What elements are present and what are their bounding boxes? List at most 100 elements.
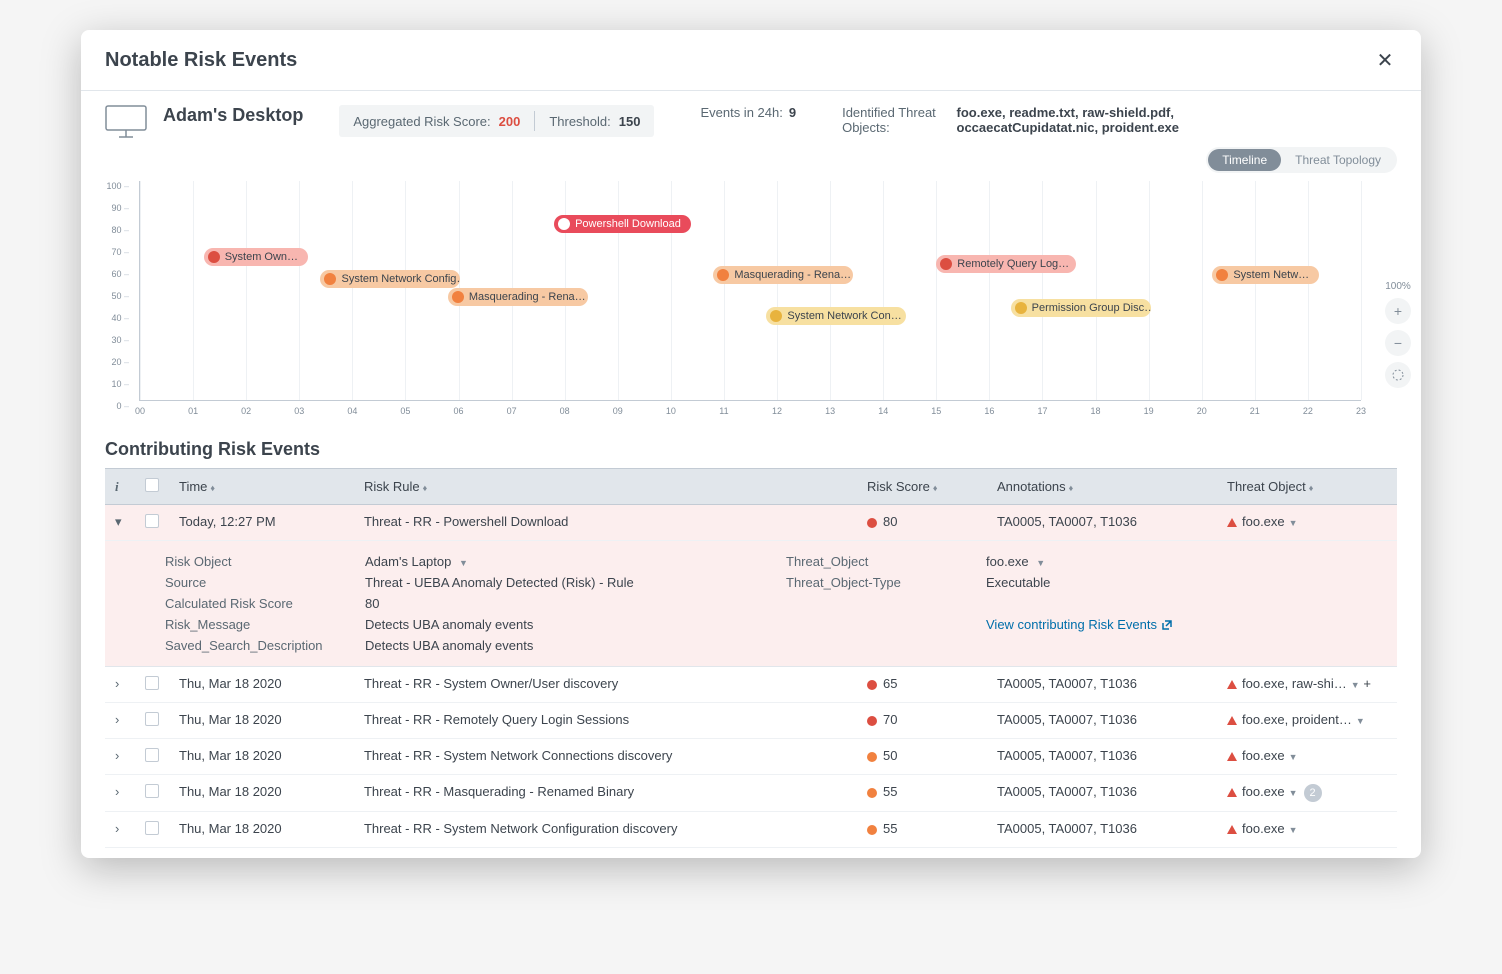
threat-triangle-icon — [1227, 518, 1237, 527]
cell-annot: TA0005, TA0007, T1036 — [987, 739, 1217, 775]
x-tick: 05 — [400, 406, 410, 416]
x-tick: 22 — [1303, 406, 1313, 416]
tab-timeline[interactable]: Timeline — [1208, 149, 1281, 171]
sort-icon: ♦ — [1309, 483, 1314, 493]
threat-dropdown[interactable]: ▼ — [1289, 752, 1298, 762]
col-rule[interactable]: Risk Rule♦ — [354, 469, 857, 505]
event-dot-icon — [558, 218, 570, 230]
timeline-event-pill[interactable]: System Network Con… — [766, 307, 906, 325]
risk-dot-icon — [867, 716, 877, 726]
close-button[interactable]: ✕ — [1373, 48, 1397, 72]
table-row: ›Thu, Mar 18 2020Threat - RR - Masquerad… — [105, 775, 1397, 812]
event-dot-icon — [770, 310, 782, 322]
cell-time: Today, 12:27 PM — [169, 505, 354, 541]
cell-time: Thu, Mar 18 2020 — [169, 667, 354, 703]
threat-dropdown[interactable]: ▼ — [1289, 788, 1298, 798]
timeline-event-pill[interactable]: System Netw… — [1212, 266, 1319, 284]
timeline-event-pill[interactable]: System Own… — [204, 248, 308, 266]
expand-toggle[interactable]: › — [115, 784, 119, 799]
x-tick: 12 — [772, 406, 782, 416]
expand-toggle[interactable]: › — [115, 821, 119, 836]
event-label: Remotely Query Log… — [957, 258, 1069, 270]
event-label: Powershell Download — [575, 218, 681, 230]
x-tick: 03 — [294, 406, 304, 416]
chart-plot: 0001020304050607080910111213141516171819… — [139, 181, 1361, 401]
row-checkbox[interactable] — [145, 676, 159, 690]
expand-toggle[interactable]: › — [115, 748, 119, 763]
detail-row: Risk ObjectAdam's Laptop ▼Threat_Objectf… — [105, 541, 1397, 667]
detail-key: Calculated Risk Score — [165, 596, 345, 611]
cell-threat: foo.exe▼ — [1217, 505, 1397, 541]
row-checkbox[interactable] — [145, 712, 159, 726]
threshold-label: Threshold: — [549, 114, 610, 129]
events-stat: Events in 24h: 9 — [700, 105, 796, 120]
timeline-event-pill[interactable]: Powershell Download — [554, 215, 691, 233]
timeline-event-pill[interactable]: Masquerading - Rena… — [713, 266, 853, 284]
timeline-event-pill[interactable]: Remotely Query Log… — [936, 255, 1076, 273]
timeline-event-pill[interactable]: Permission Group Disc… — [1011, 299, 1151, 317]
grid-line — [724, 181, 725, 400]
cell-rule: Threat - RR - System Owner/User discover… — [354, 667, 857, 703]
grid-line — [405, 181, 406, 400]
expand-toggle[interactable]: › — [115, 712, 119, 727]
cell-time: Thu, Mar 18 2020 — [169, 812, 354, 848]
zoom-out-button[interactable]: − — [1385, 330, 1411, 356]
grid-line — [140, 181, 141, 400]
event-label: Permission Group Disc… — [1032, 302, 1151, 314]
select-all-checkbox[interactable] — [145, 478, 159, 492]
grid-line — [193, 181, 194, 400]
sort-icon: ♦ — [423, 483, 428, 493]
col-time[interactable]: Time♦ — [169, 469, 354, 505]
cell-time: Thu, Mar 18 2020 — [169, 703, 354, 739]
detail-key: Risk_Message — [165, 617, 345, 632]
cell-threat: foo.exe, raw-shi…▼ + — [1217, 667, 1397, 703]
event-dot-icon — [208, 251, 220, 263]
col-score[interactable]: Risk Score♦ — [857, 469, 987, 505]
timeline-event-pill[interactable]: Masquerading - Rena… — [448, 288, 588, 306]
threat-object-dropdown[interactable]: foo.exe ▼ — [986, 554, 1387, 569]
agg-score-label: Aggregated Risk Score: — [353, 114, 490, 129]
expand-toggle[interactable]: ▾ — [115, 514, 122, 530]
threat-dropdown[interactable]: ▼ — [1289, 825, 1298, 835]
threat-dropdown[interactable]: ▼ — [1351, 680, 1360, 690]
row-checkbox[interactable] — [145, 821, 159, 835]
detail-value: Executable — [986, 575, 1387, 590]
more-indicator: + — [1363, 676, 1371, 691]
timeline-event-pill[interactable]: System Network Config… — [320, 270, 460, 288]
grid-line — [830, 181, 831, 400]
grid-line — [1361, 181, 1362, 400]
row-checkbox[interactable] — [145, 514, 159, 528]
events-value: 9 — [789, 105, 796, 120]
cell-score: 70 — [857, 703, 987, 739]
grid-line — [777, 181, 778, 400]
table-row: ›Thu, Mar 18 2020Threat - RR - Remotely … — [105, 703, 1397, 739]
zoom-controls: 100% + − — [1385, 281, 1411, 388]
event-label: Masquerading - Rena… — [734, 269, 851, 281]
cell-annot: TA0005, TA0007, T1036 — [987, 812, 1217, 848]
expand-toggle[interactable]: › — [115, 676, 119, 691]
row-checkbox[interactable] — [145, 748, 159, 762]
row-checkbox[interactable] — [145, 784, 159, 798]
detail-key: Threat_Object — [786, 554, 966, 569]
event-label: System Own… — [225, 251, 298, 263]
threat-dropdown[interactable]: ▼ — [1356, 716, 1365, 726]
risk-object-dropdown[interactable]: Adam's Laptop ▼ — [365, 554, 766, 569]
sort-icon: ♦ — [1069, 483, 1074, 493]
zoom-reset-button[interactable] — [1385, 362, 1411, 388]
cell-score: 55 — [857, 812, 987, 848]
cell-score: 55 — [857, 775, 987, 812]
tab-threat-topology[interactable]: Threat Topology — [1281, 149, 1395, 171]
col-threat[interactable]: Threat Object♦ — [1217, 469, 1397, 505]
divider — [534, 111, 535, 131]
cell-rule: Threat - RR - System Network Configurati… — [354, 812, 857, 848]
table-row: ›Thu, Mar 18 2020Threat - RR - System Ne… — [105, 739, 1397, 775]
grid-line — [989, 181, 990, 400]
threat-triangle-icon — [1227, 716, 1237, 725]
zoom-in-button[interactable]: + — [1385, 298, 1411, 324]
view-contributing-link[interactable]: View contributing Risk Events — [986, 617, 1173, 632]
x-tick: 18 — [1091, 406, 1101, 416]
col-annot[interactable]: Annotations♦ — [987, 469, 1217, 505]
cell-score: 50 — [857, 739, 987, 775]
desktop-icon — [105, 105, 147, 139]
threat-dropdown[interactable]: ▼ — [1289, 518, 1298, 528]
